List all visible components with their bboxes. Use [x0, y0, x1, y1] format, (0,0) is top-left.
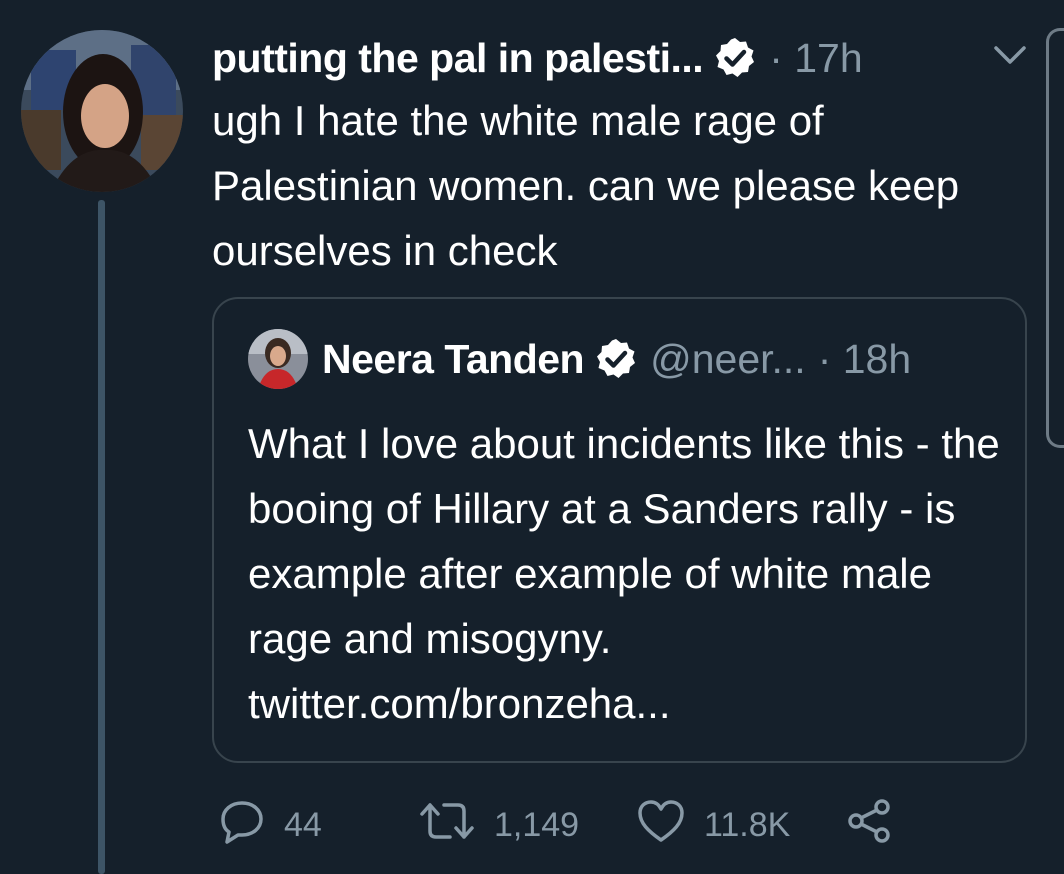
share-button[interactable]	[846, 797, 894, 854]
quoted-tweet-text: What I love about incidents like this - …	[248, 420, 1000, 727]
quoted-tweet-header: Neera Tanden @neer... · 18h	[248, 329, 911, 389]
reply-count: 44	[284, 805, 322, 844]
author-display-name[interactable]: putting the pal in palesti...	[212, 35, 704, 82]
like-button[interactable]: 11.8K	[636, 798, 846, 853]
tweet-timestamp[interactable]: · 17h	[769, 35, 862, 82]
quoted-author-avatar	[248, 329, 308, 389]
author-avatar[interactable]	[21, 30, 183, 192]
tweet-text: ugh I hate the white male rage of Palest…	[212, 97, 960, 274]
like-icon	[636, 798, 686, 853]
quoted-tweet-timestamp: · 18h	[817, 335, 912, 382]
quoted-author-display-name: Neera Tanden	[322, 335, 585, 382]
retweet-count: 1,149	[494, 805, 580, 844]
quoted-author-handle: @neer...	[650, 335, 806, 382]
scrollbar-handle[interactable]	[1046, 28, 1064, 448]
thread-line	[98, 200, 105, 874]
tweet-header: putting the pal in palesti... · 17h	[212, 28, 863, 88]
tweet-actions: 44 1,149 11.8K	[218, 798, 894, 853]
quoted-tweet[interactable]: Neera Tanden @neer... · 18h What I love …	[212, 297, 1027, 763]
tweet[interactable]: putting the pal in palesti... · 17h ugh …	[0, 0, 1064, 874]
verified-icon	[594, 337, 638, 381]
verified-icon	[713, 36, 757, 80]
reply-icon	[218, 797, 266, 854]
retweet-button[interactable]: 1,149	[418, 797, 636, 854]
like-count: 11.8K	[704, 805, 791, 844]
chevron-down-icon[interactable]	[990, 40, 1030, 70]
reply-button[interactable]: 44	[218, 797, 418, 854]
retweet-icon	[418, 797, 476, 854]
share-icon	[846, 797, 894, 854]
